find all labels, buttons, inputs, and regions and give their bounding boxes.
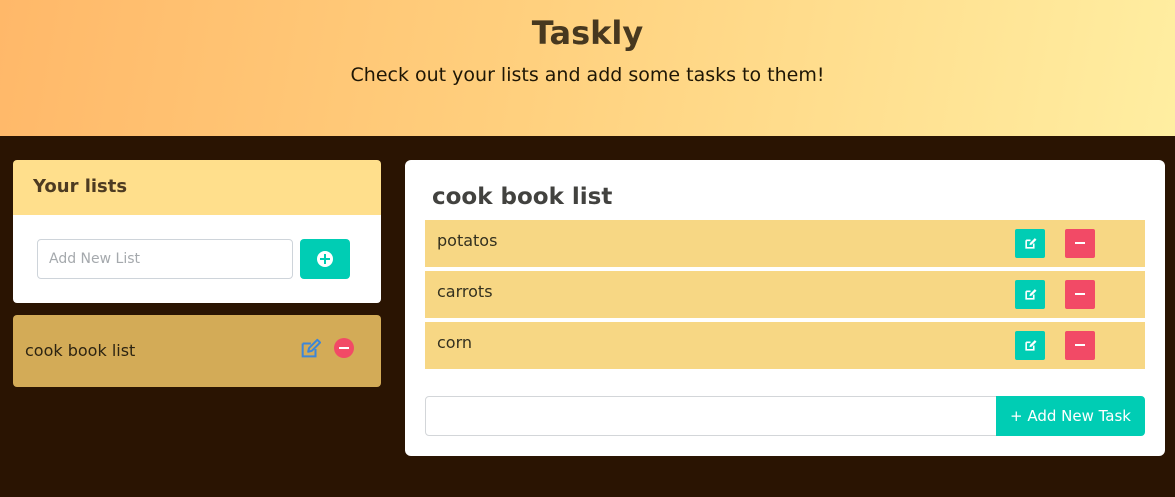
lists-panel-header: Your lists	[13, 160, 381, 215]
new-list-form	[13, 215, 381, 303]
task-label: carrots	[437, 282, 493, 301]
remove-task-button[interactable]	[1065, 280, 1095, 309]
remove-task-button[interactable]	[1065, 229, 1095, 258]
new-list-input[interactable]	[37, 239, 293, 279]
task-label: corn	[437, 333, 473, 352]
lists-heading: Your lists	[33, 176, 128, 197]
list-item-label: cook book list	[25, 341, 136, 360]
task-row: potatos	[425, 220, 1145, 267]
remove-task-button[interactable]	[1065, 331, 1095, 360]
list-item-cook-book-list[interactable]: cook book list	[13, 315, 381, 387]
current-list-title: cook book list	[432, 184, 613, 210]
minus-circle-icon[interactable]	[334, 338, 354, 358]
edit-task-button[interactable]	[1015, 229, 1045, 258]
app-subtitle: Check out your lists and add some tasks …	[350, 64, 825, 86]
task-row: carrots	[425, 271, 1145, 318]
pencil-square-icon[interactable]	[299, 338, 321, 360]
tasks-panel: cook book list potatos carrots corn + Ad…	[405, 160, 1165, 456]
edit-task-button[interactable]	[1015, 280, 1045, 309]
pencil-square-icon	[1024, 238, 1036, 249]
plus-circle-icon	[317, 251, 333, 267]
edit-task-button[interactable]	[1015, 331, 1045, 360]
pencil-square-icon	[1024, 289, 1036, 300]
page-header: Taskly Check out your lists and add some…	[0, 0, 1175, 136]
pencil-square-icon	[1024, 340, 1036, 351]
app-title: Taskly	[531, 14, 644, 52]
new-task-input[interactable]	[425, 396, 997, 436]
add-list-button[interactable]	[300, 239, 350, 279]
task-label: potatos	[437, 231, 498, 250]
add-task-button[interactable]: + Add New Task	[996, 396, 1145, 436]
task-row: corn	[425, 322, 1145, 369]
